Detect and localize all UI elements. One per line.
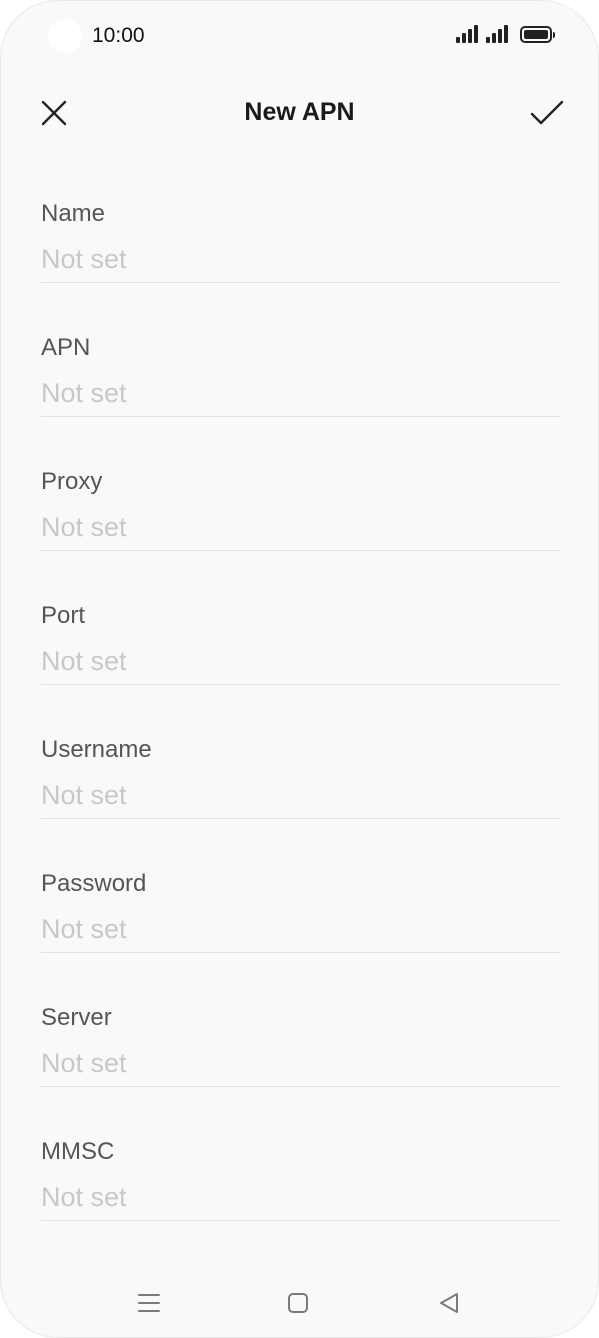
save-button[interactable] <box>522 91 572 135</box>
divider <box>41 282 560 283</box>
phone-screen: 10:00 New APN Name Not set APN Not set P… <box>0 0 599 1338</box>
divider <box>41 818 560 819</box>
divider <box>41 952 560 953</box>
divider <box>41 1220 560 1221</box>
apn-form: Name Not set APN Not set Proxy Not set P… <box>41 197 560 1269</box>
apn-field[interactable]: APN Not set <box>41 331 560 465</box>
menu-button[interactable] <box>127 1281 171 1325</box>
field-label: Username <box>41 736 152 763</box>
field-value: Not set <box>41 780 127 810</box>
signal-icon <box>486 25 508 43</box>
home-icon <box>288 1293 308 1313</box>
field-label: Server <box>41 1004 112 1031</box>
port-field[interactable]: Port Not set <box>41 599 560 733</box>
field-label: Password <box>41 870 147 897</box>
field-value: Not set <box>41 1182 127 1212</box>
proxy-field[interactable]: Proxy Not set <box>41 465 560 599</box>
name-field[interactable]: Name Not set <box>41 197 560 331</box>
status-icons <box>456 25 555 43</box>
divider <box>41 416 560 417</box>
field-label: MMSC <box>41 1138 115 1165</box>
divider <box>41 684 560 685</box>
status-time: 10:00 <box>92 24 145 47</box>
username-field[interactable]: Username Not set <box>41 733 560 867</box>
front-camera <box>48 19 82 53</box>
check-icon <box>530 100 564 125</box>
mmsc-field[interactable]: MMSC Not set <box>41 1135 560 1269</box>
password-field[interactable]: Password Not set <box>41 867 560 1001</box>
navigation-bar <box>1 1271 598 1335</box>
back-button[interactable] <box>427 1281 471 1325</box>
server-field[interactable]: Server Not set <box>41 1001 560 1135</box>
back-icon <box>440 1293 458 1313</box>
signal-icon <box>456 25 478 43</box>
battery-icon <box>520 26 555 43</box>
home-button[interactable] <box>276 1281 320 1325</box>
status-bar: 10:00 <box>1 1 598 71</box>
menu-icon <box>138 1294 160 1312</box>
divider <box>41 550 560 551</box>
field-label: Name <box>41 200 106 227</box>
field-label: Proxy <box>41 468 103 495</box>
field-value: Not set <box>41 378 127 408</box>
field-value: Not set <box>41 244 127 274</box>
field-label: APN <box>41 334 91 361</box>
field-value: Not set <box>41 512 127 542</box>
field-value: Not set <box>41 646 127 676</box>
field-label: Port <box>41 602 86 629</box>
page-title: New APN <box>244 98 355 126</box>
app-bar: New APN <box>1 85 598 141</box>
divider <box>41 1086 560 1087</box>
field-value: Not set <box>41 914 127 944</box>
field-value: Not set <box>41 1048 127 1078</box>
